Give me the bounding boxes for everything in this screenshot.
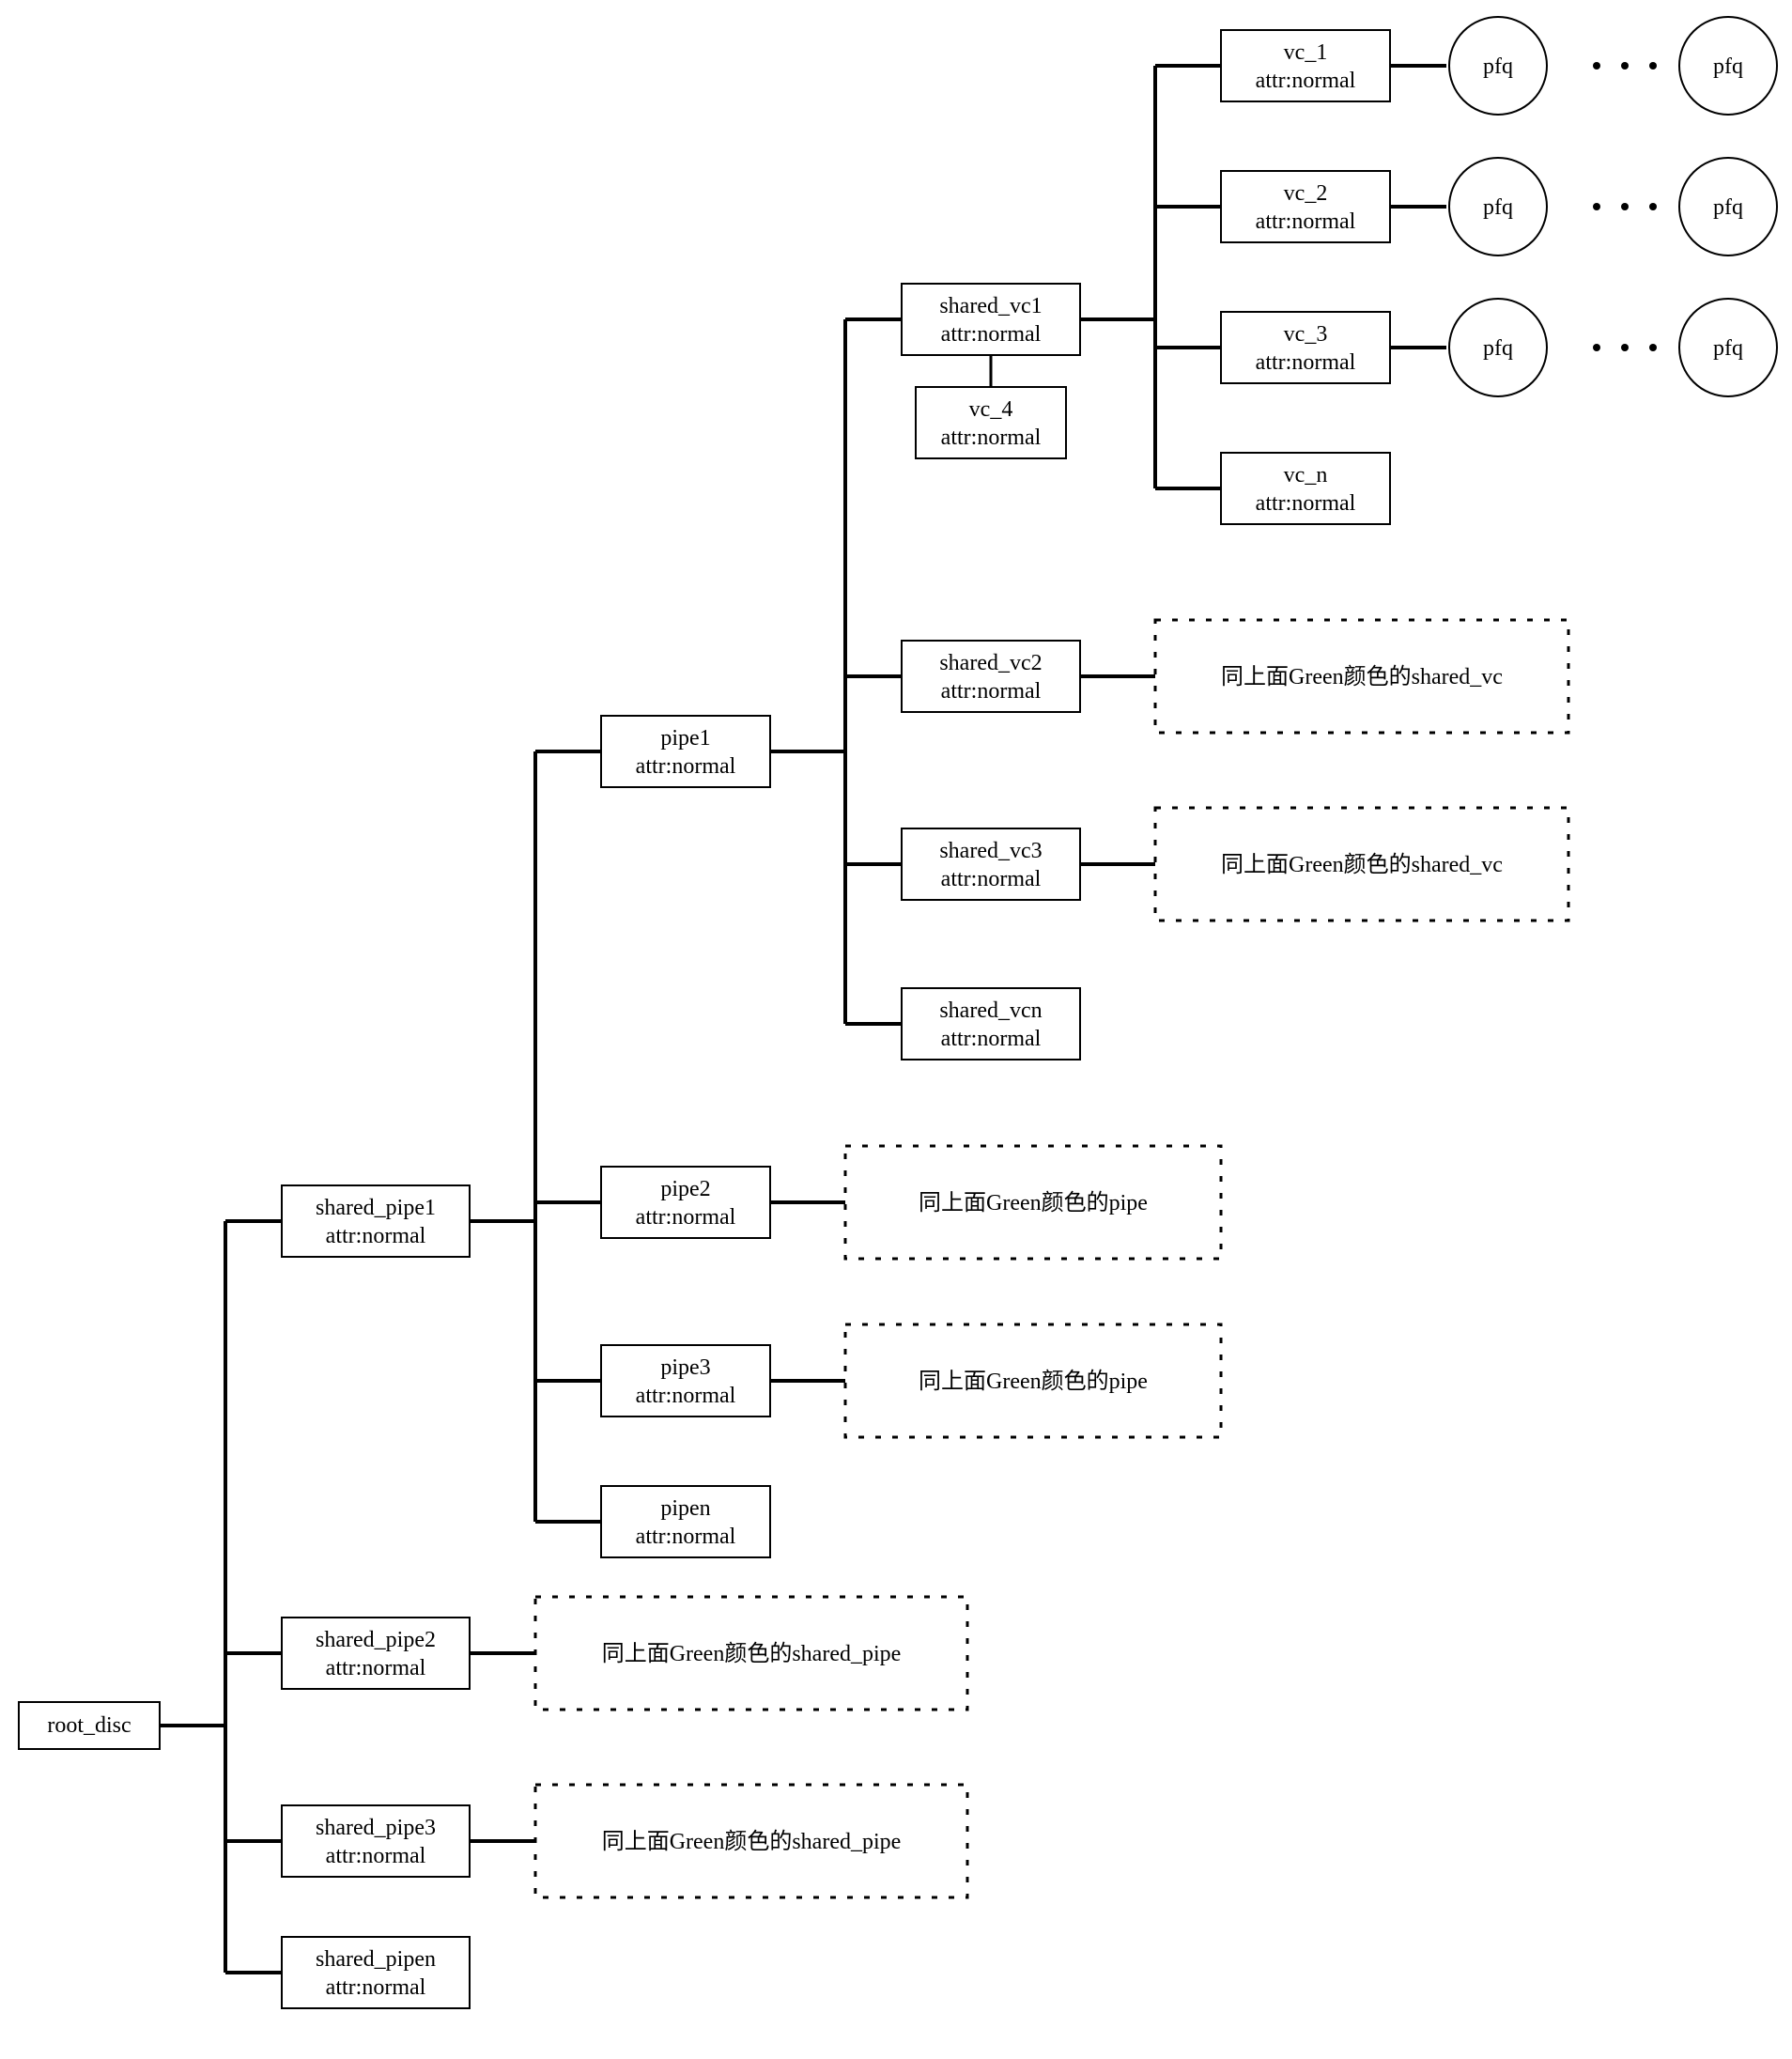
root-label: root_disc: [47, 1713, 131, 1738]
svg-text:pfq: pfq: [1483, 336, 1513, 361]
svg-text:同上面Green颜色的shared_pipe: 同上面Green颜色的shared_pipe: [602, 1829, 902, 1854]
shared-vcn-node: shared_vcn attr:normal: [902, 988, 1080, 1060]
shared-vc2-note: 同上面Green颜色的shared_vc: [1155, 620, 1568, 733]
shared-vc1-node: shared_vc1 attr:normal: [902, 284, 1080, 355]
svg-text:vc_1: vc_1: [1284, 40, 1328, 65]
svg-text:attr:normal: attr:normal: [326, 1656, 426, 1680]
svg-text:vc_3: vc_3: [1284, 322, 1328, 347]
shared-vc3-node: shared_vc3 attr:normal: [902, 828, 1080, 900]
svg-text:vc_2: vc_2: [1284, 181, 1328, 206]
svg-text:attr:normal: attr:normal: [941, 679, 1042, 704]
svg-text:pfq: pfq: [1713, 336, 1743, 361]
svg-text:shared_vc1: shared_vc1: [939, 294, 1042, 318]
svg-text:同上面Green颜色的pipe: 同上面Green颜色的pipe: [919, 1369, 1148, 1394]
root-node: root_disc: [19, 1702, 160, 1749]
vcn-node: vc_n attr:normal: [1221, 453, 1390, 524]
svg-text:attr:normal: attr:normal: [1256, 350, 1356, 375]
svg-text:vc_n: vc_n: [1284, 463, 1328, 488]
shared-pipe1-attr: attr:normal: [326, 1224, 426, 1248]
svg-text:attr:normal: attr:normal: [1256, 69, 1356, 93]
pfq-label: pfq: [1483, 54, 1513, 79]
svg-text:vc_4: vc_4: [969, 397, 1013, 422]
pipe3-node: pipe3 attr:normal: [601, 1345, 770, 1417]
svg-text:pfq: pfq: [1713, 195, 1743, 220]
svg-text:shared_pipe2: shared_pipe2: [316, 1628, 436, 1652]
shared-pipe1-node: shared_pipe1 attr:normal: [282, 1185, 470, 1257]
shared-pipe3-note: 同上面Green颜色的shared_pipe: [535, 1785, 967, 1897]
svg-text:同上面Green颜色的pipe: 同上面Green颜色的pipe: [919, 1190, 1148, 1215]
svg-text:pipen: pipen: [660, 1496, 710, 1521]
pipe1-node: pipe1 attr:normal: [601, 716, 770, 787]
svg-text:pipe3: pipe3: [660, 1355, 710, 1380]
svg-text:shared_pipen: shared_pipen: [316, 1947, 436, 1972]
svg-text:attr:normal: attr:normal: [941, 867, 1042, 891]
svg-text:attr:normal: attr:normal: [636, 754, 736, 779]
svg-text:同上面Green颜色的shared_pipe: 同上面Green颜色的shared_pipe: [602, 1641, 902, 1666]
pipe2-node: pipe2 attr:normal: [601, 1167, 770, 1238]
tree-diagram: root_disc shared_pipe1 attr:normal share…: [0, 0, 1792, 2059]
svg-text:pfq: pfq: [1483, 195, 1513, 220]
shared-pipe2-node: shared_pipe2 attr:normal: [282, 1618, 470, 1689]
vc2-node: vc_2 attr:normal: [1221, 171, 1390, 242]
svg-text:shared_vc2: shared_vc2: [939, 651, 1042, 675]
svg-text:shared_pipe3: shared_pipe3: [316, 1816, 436, 1840]
vc4-node: vc_4 attr:normal: [916, 387, 1066, 458]
svg-text:attr:normal: attr:normal: [941, 1027, 1042, 1051]
svg-text:attr:normal: attr:normal: [1256, 209, 1356, 234]
svg-text:shared_vcn: shared_vcn: [939, 999, 1042, 1023]
shared-pipe1-name: shared_pipe1: [316, 1196, 436, 1220]
pipe2-note: 同上面Green颜色的pipe: [845, 1146, 1221, 1259]
shared-vc3-note: 同上面Green颜色的shared_vc: [1155, 808, 1568, 921]
svg-text:同上面Green颜色的shared_vc: 同上面Green颜色的shared_vc: [1221, 852, 1503, 877]
svg-text:pipe1: pipe1: [660, 726, 710, 751]
svg-text:attr:normal: attr:normal: [636, 1205, 736, 1230]
svg-text:attr:normal: attr:normal: [1256, 491, 1356, 516]
shared-pipen-node: shared_pipen attr:normal: [282, 1937, 470, 2008]
svg-text:attr:normal: attr:normal: [941, 322, 1042, 347]
svg-text:pfq: pfq: [1713, 54, 1743, 79]
svg-text:pipe2: pipe2: [660, 1177, 710, 1201]
svg-text:attr:normal: attr:normal: [326, 1975, 426, 2000]
svg-text:attr:normal: attr:normal: [326, 1844, 426, 1868]
shared-vc2-node: shared_vc2 attr:normal: [902, 641, 1080, 712]
pipe3-note: 同上面Green颜色的pipe: [845, 1324, 1221, 1437]
pipen-node: pipen attr:normal: [601, 1486, 770, 1557]
vc3-node: vc_3 attr:normal: [1221, 312, 1390, 383]
svg-text:shared_vc3: shared_vc3: [939, 839, 1042, 863]
svg-text:attr:normal: attr:normal: [941, 426, 1042, 450]
svg-text:attr:normal: attr:normal: [636, 1525, 736, 1549]
shared-pipe2-note: 同上面Green颜色的shared_pipe: [535, 1597, 967, 1710]
vc1-node: vc_1 attr:normal: [1221, 30, 1390, 101]
shared-pipe3-node: shared_pipe3 attr:normal: [282, 1805, 470, 1877]
svg-text:同上面Green颜色的shared_vc: 同上面Green颜色的shared_vc: [1221, 664, 1503, 689]
svg-text:attr:normal: attr:normal: [636, 1384, 736, 1408]
